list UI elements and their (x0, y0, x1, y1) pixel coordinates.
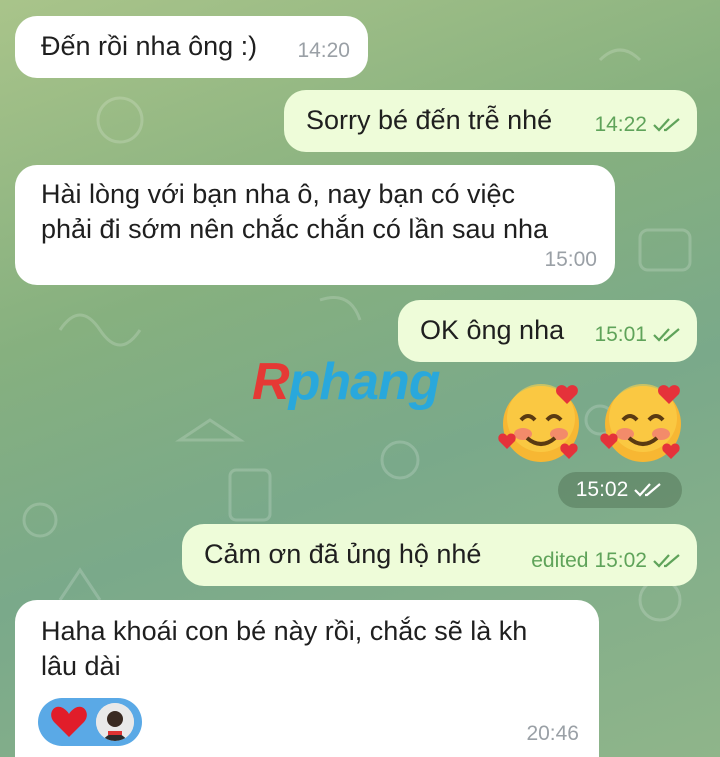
message-bubble-outgoing[interactable]: OK ông nha 15:01 (398, 300, 697, 362)
double-check-icon (634, 482, 664, 498)
message-time: 15:02 (575, 478, 629, 501)
message-text-line: phải đi sớm nên chắc chắn có lần sau nha (41, 214, 549, 244)
message-bubble-outgoing[interactable]: Sorry bé đến trễ nhé 14:22 (284, 90, 697, 152)
message-meta: 15:00 (544, 242, 597, 277)
message-bubble-incoming[interactable]: Đến rồi nha ông :) 14:20 (15, 16, 368, 78)
emoji-message[interactable] (495, 374, 695, 474)
avatar (96, 703, 134, 741)
message-text-line: Haha khoái con bé này rồi, chắc sẽ là kh (41, 616, 528, 646)
reaction-bar[interactable] (38, 698, 142, 746)
message-meta: 20:46 (526, 716, 579, 751)
message-bubble-incoming[interactable]: Hài lòng với bạn nha ô, nay bạn có việc … (15, 165, 615, 285)
message-meta: edited 15:02 (531, 543, 683, 578)
message-text: Hài lòng với bạn nha ô, nay bạn có việc … (41, 177, 548, 247)
double-check-icon (653, 117, 683, 133)
double-check-icon (653, 553, 683, 569)
message-time: 14:20 (297, 39, 350, 62)
message-text: Cảm ơn đã ủng hộ nhé (204, 539, 482, 569)
message-time: 14:22 (594, 113, 647, 136)
message-meta: 14:22 (594, 107, 683, 142)
message-text-line: Hài lòng với bạn nha ô, nay bạn có việc (41, 179, 516, 209)
message-time: 15:02 (594, 549, 647, 572)
watermark-first-letter: R (252, 353, 290, 411)
message-text: OK ông nha (420, 315, 565, 345)
heart-icon (51, 706, 87, 737)
message-bubble-outgoing[interactable]: Cảm ơn đã ủng hộ nhé edited 15:02 (182, 524, 697, 586)
message-text: Haha khoái con bé này rồi, chắc sẽ là kh… (41, 614, 527, 684)
message-text-line: lâu dài (41, 651, 121, 681)
edited-label: edited (531, 549, 589, 572)
message-meta: 14:20 (297, 33, 350, 68)
message-text: Đến rồi nha ông :) (41, 31, 258, 61)
watermark-logo: Rphang (252, 352, 441, 412)
emoji-time-pill: 15:02 (558, 472, 682, 508)
message-time: 15:00 (544, 248, 597, 271)
watermark-rest: phang (288, 353, 441, 411)
message-meta: 15:01 (594, 317, 683, 352)
message-time: 20:46 (526, 722, 579, 745)
smiling-face-with-hearts-icon (600, 384, 681, 462)
message-text: Sorry bé đến trễ nhé (306, 105, 553, 135)
double-check-icon (653, 327, 683, 343)
message-time: 15:01 (594, 323, 647, 346)
smiling-face-with-hearts-icon (498, 384, 579, 462)
